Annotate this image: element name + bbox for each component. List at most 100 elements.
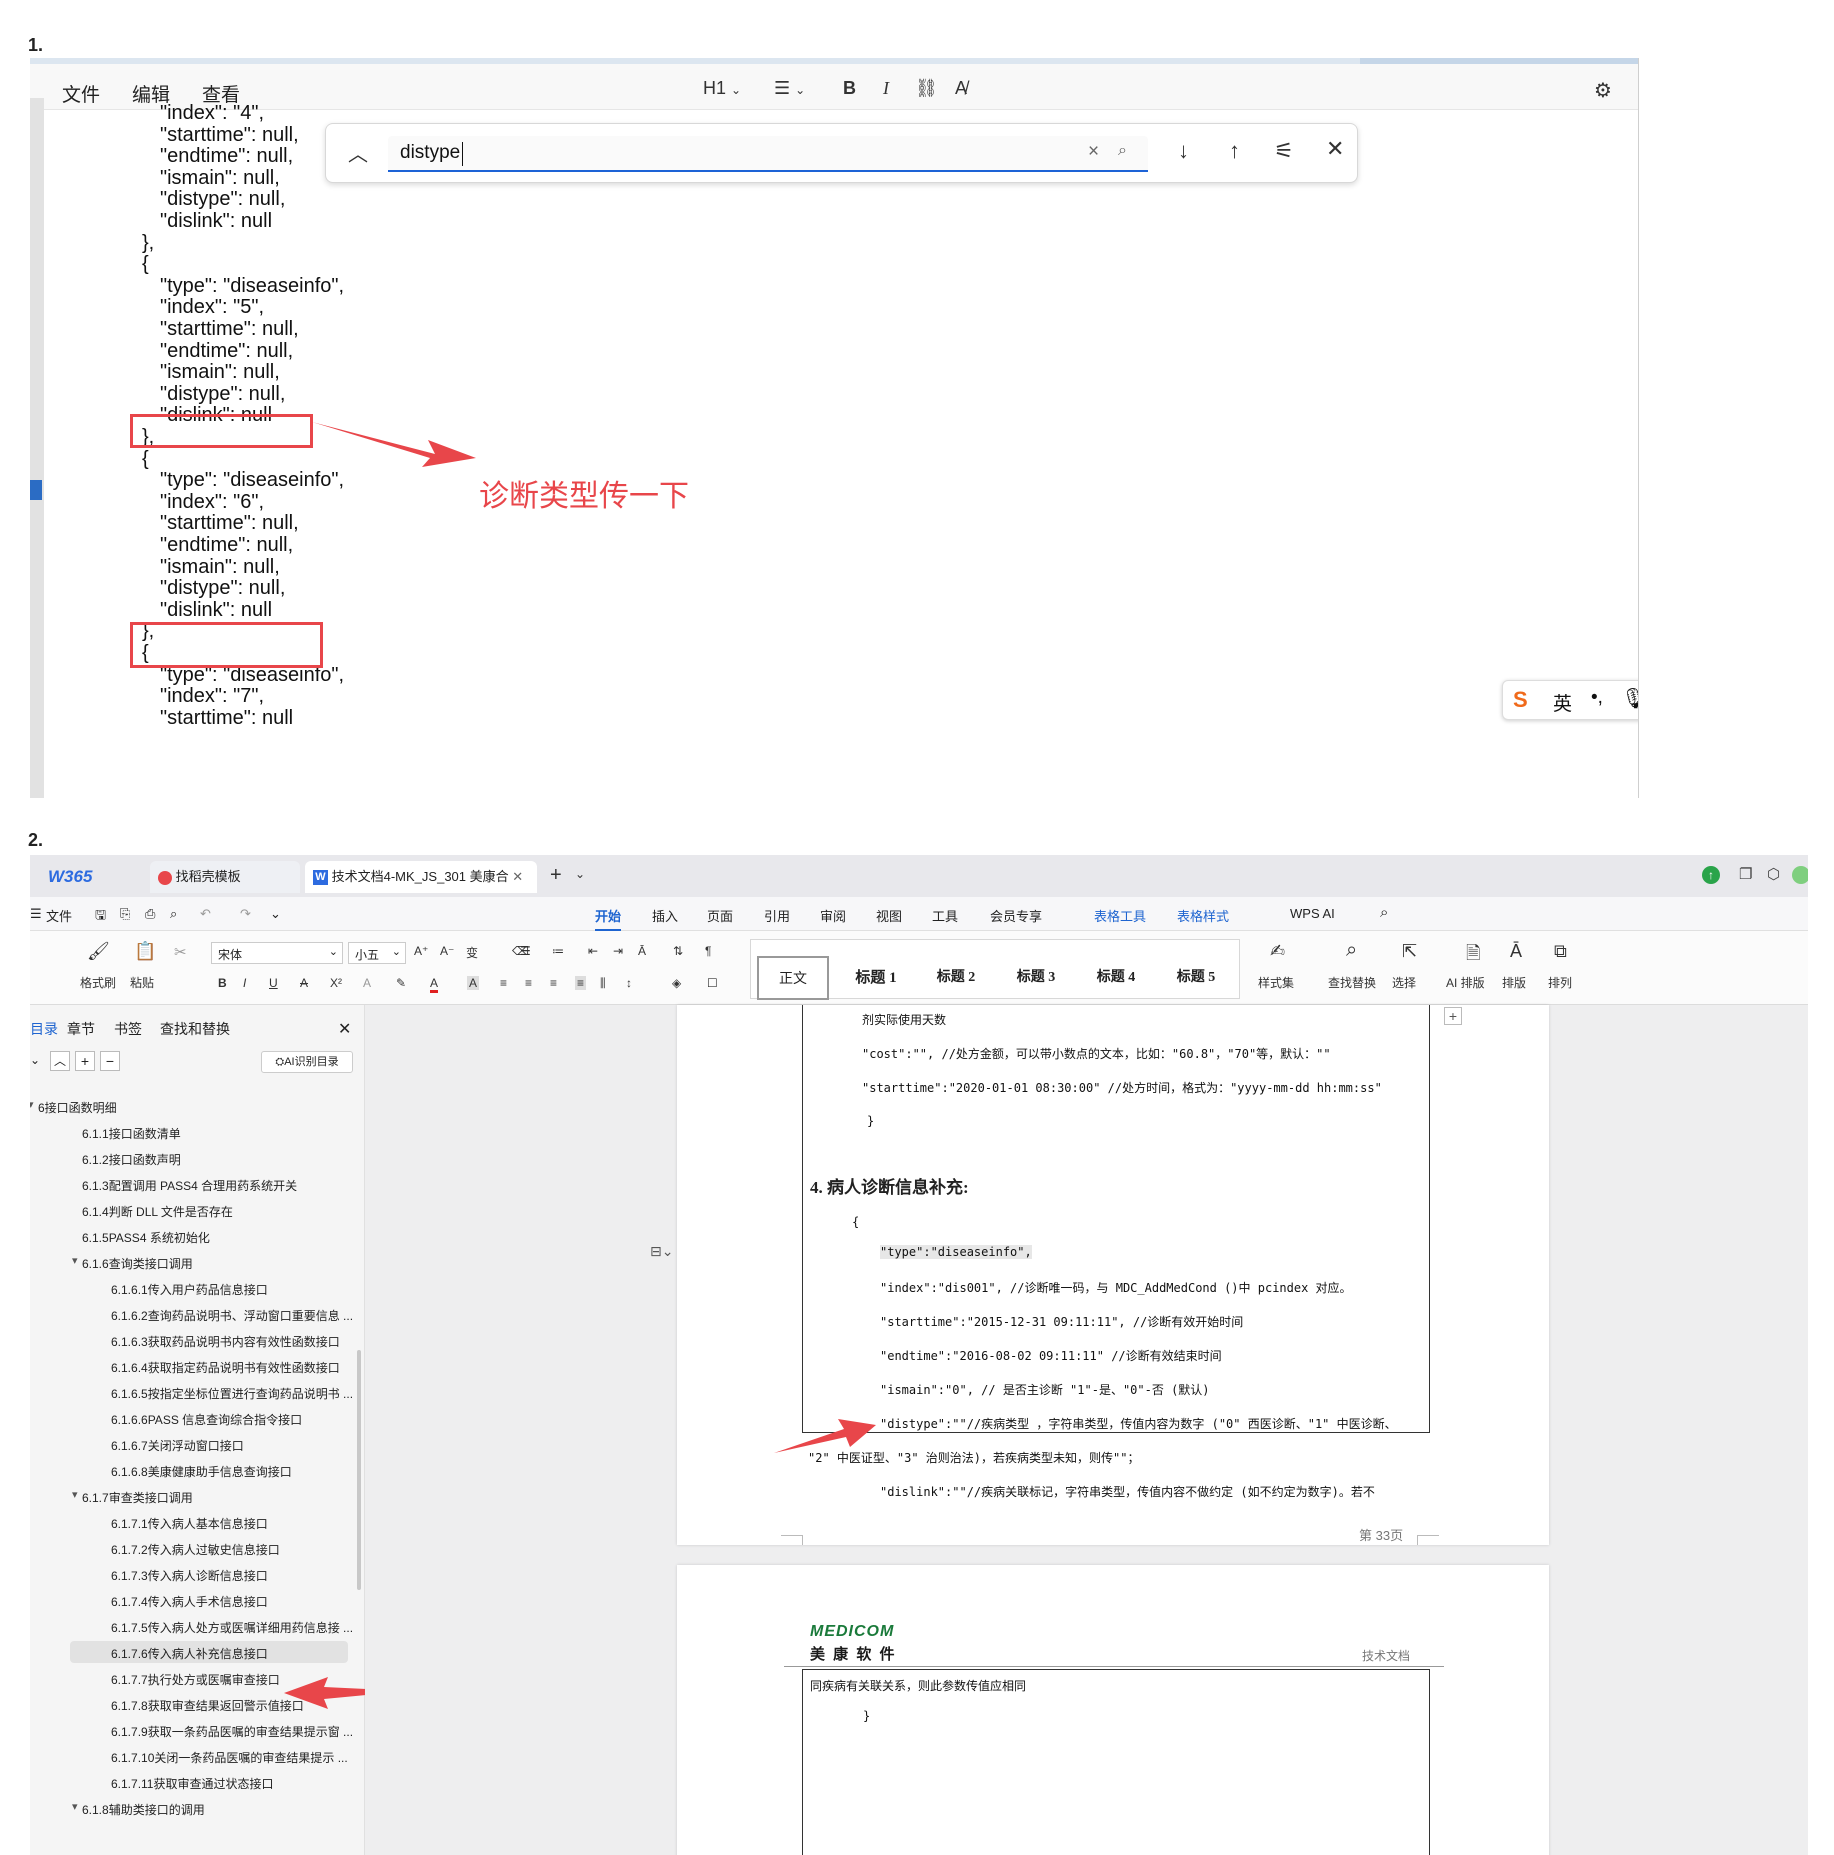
caret-down-icon[interactable]: ▾	[30, 1098, 34, 1111]
tab-table-style[interactable]: 表格样式	[1177, 906, 1229, 925]
link-icon[interactable]: ⛓	[915, 78, 938, 99]
highlight-icon[interactable]: ✎	[396, 976, 406, 990]
avatar[interactable]	[1792, 866, 1808, 884]
cube-icon[interactable]: ⬡	[1767, 865, 1780, 883]
chevron-up-icon[interactable]: ︿	[348, 138, 368, 167]
menu-file[interactable]: 文件	[62, 80, 100, 107]
print-preview-icon[interactable]: ⌕	[170, 906, 177, 922]
arrow-down-icon[interactable]: ↓	[1178, 138, 1189, 164]
tab-tools[interactable]: 工具	[932, 906, 958, 925]
nav-scrollbar[interactable]	[357, 1350, 361, 1590]
nav-tab-bookmark[interactable]: 书签	[114, 1019, 142, 1039]
arrange-button[interactable]: 排列	[1548, 974, 1572, 991]
tab-template[interactable]: 找稻壳模板	[150, 861, 300, 893]
toc-item[interactable]: ▾ 6.1.6查询类接口调用	[30, 1251, 360, 1273]
toc-item[interactable]: 6.1.6.6PASS 信息查询综合指令接口	[30, 1407, 360, 1429]
text-direction-icon[interactable]: Ā	[638, 944, 646, 958]
toc-item[interactable]: 6.1.6.2查询药品说明书、浮动窗口重要信息 ...	[30, 1303, 360, 1325]
toc-item[interactable]: 6.1.5PASS4 系统初始化	[30, 1225, 360, 1247]
toc-item[interactable]: 6.1.7.10关闭一条药品医嘱的审查结果提示 ...	[30, 1745, 360, 1767]
table-handle-icon[interactable]: ⊟⌄	[650, 1243, 673, 1260]
toc-item[interactable]: 6.1.6.7关闭浮动窗口接口	[30, 1433, 360, 1455]
toc-item[interactable]: ▾ 6.1.8辅助类接口的调用	[30, 1797, 360, 1819]
find-input[interactable]: distype × ⌕	[388, 136, 1148, 172]
list-dropdown[interactable]: ☰ ⌄	[774, 78, 805, 99]
ai-toc-button[interactable]: ⛭AI识别目录	[261, 1051, 353, 1073]
find-replace-button[interactable]: 查找替换	[1328, 974, 1376, 991]
spellcheck-icon[interactable]: A̸	[955, 78, 967, 99]
tab-list-chevron-icon[interactable]: ⌄	[575, 867, 585, 881]
tab-close-icon[interactable]: ✕	[512, 869, 523, 884]
align-right-icon[interactable]: ≡	[550, 976, 557, 990]
paste-button[interactable]: 粘贴	[130, 974, 154, 991]
arrow-up-icon[interactable]: ↑	[1229, 138, 1240, 164]
window-restore-icon[interactable]: ❐	[1739, 865, 1752, 883]
nav-tab-toc[interactable]: 目录	[30, 1019, 58, 1039]
toc-item[interactable]: 6.1.7.3传入病人诊断信息接口	[30, 1563, 360, 1585]
tab-view[interactable]: 视图	[876, 906, 902, 925]
close-icon[interactable]: ✕	[1326, 136, 1344, 162]
line-spacing-icon[interactable]: ↕	[626, 976, 632, 990]
nav-tab-section[interactable]: 章节	[67, 1019, 95, 1039]
justify-icon[interactable]: ≡	[575, 976, 587, 990]
fill-color-icon[interactable]: ◈	[672, 976, 681, 990]
char-shading-icon[interactable]: A	[467, 976, 480, 990]
toc-item[interactable]: ▾ 6接口函数明细	[30, 1095, 360, 1117]
toc-item[interactable]: ▾ 6.1.7审查类接口调用	[30, 1485, 360, 1507]
tab-wps-ai[interactable]: WPS AI	[1290, 906, 1335, 921]
filter-options-icon[interactable]: ⚟	[1274, 138, 1294, 164]
shrink-font-icon[interactable]: A⁻	[440, 944, 454, 958]
clear-icon[interactable]: ×	[1088, 141, 1099, 163]
phonetic-icon[interactable]: 变	[466, 944, 478, 961]
close-icon[interactable]: ✕	[338, 1019, 351, 1039]
export-icon[interactable]: ⎘	[120, 906, 130, 922]
tab-review[interactable]: 审阅	[820, 906, 846, 925]
cut-icon[interactable]: ✂	[174, 943, 187, 961]
toc-item[interactable]: 6.1.6.4获取指定药品说明书有效性函数接口	[30, 1355, 360, 1377]
style-normal[interactable]: 正文	[757, 956, 829, 1000]
layout-button[interactable]: 排版	[1502, 974, 1526, 991]
print-icon[interactable]: ⎙	[145, 906, 155, 922]
undo-icon[interactable]: ↶	[200, 906, 211, 922]
toc-item[interactable]: 6.1.6.3获取药品说明书内容有效性函数接口	[30, 1329, 360, 1351]
tab-table-tools[interactable]: 表格工具	[1094, 906, 1146, 925]
tab-page[interactable]: 页面	[707, 906, 733, 925]
settings-gear-icon[interactable]: ⚙	[1594, 78, 1612, 103]
italic-icon[interactable]: I	[243, 976, 246, 990]
style-set-button[interactable]: 样式集	[1258, 974, 1294, 991]
caret-down-icon[interactable]: ▾	[72, 1254, 78, 1267]
search-icon[interactable]: ⌕	[1118, 142, 1127, 160]
toc-item[interactable]: 6.1.7.1传入病人基本信息接口	[30, 1511, 360, 1533]
style-heading-2[interactable]: 标题 2	[921, 956, 991, 1000]
heading-dropdown[interactable]: H1 ⌄	[703, 78, 741, 99]
style-heading-3[interactable]: 标题 3	[1001, 956, 1071, 1000]
underline-icon[interactable]: U	[269, 976, 278, 990]
font-size-select[interactable]: 小五 ⌄	[348, 942, 406, 964]
remove-heading-button[interactable]: −	[100, 1051, 120, 1071]
caret-down-icon[interactable]: ▾	[72, 1488, 78, 1501]
sort-icon[interactable]: ⇅	[673, 944, 683, 958]
tab-insert[interactable]: 插入	[652, 906, 678, 925]
toc-item[interactable]: 6.1.1接口函数清单	[30, 1121, 360, 1143]
font-name-select[interactable]: 宋体 ⌄	[211, 942, 343, 964]
style-heading-1[interactable]: 标题 1	[841, 956, 911, 1000]
hamburger-icon[interactable]: ☰	[30, 906, 42, 922]
microphone-icon[interactable]: 🎙	[1621, 686, 1638, 711]
bold-icon[interactable]: B	[218, 976, 227, 990]
grow-font-icon[interactable]: A⁺	[414, 944, 428, 958]
toc-item[interactable]: 6.1.7.2传入病人过敏史信息接口	[30, 1537, 360, 1559]
tab-member[interactable]: 会员专享	[990, 906, 1042, 925]
toc-item[interactable]: 6.1.3配置调用 PASS4 合理用药系统开关	[30, 1173, 360, 1195]
tab-w365[interactable]: W365	[40, 861, 145, 893]
numbered-list-icon[interactable]: ≔	[552, 944, 564, 958]
toc-item[interactable]: 6.1.7.9获取一条药品医嘱的审查结果提示窗 ...	[30, 1719, 360, 1741]
strikethrough-icon[interactable]: A	[300, 976, 308, 990]
caret-down-icon[interactable]: ▾	[72, 1800, 78, 1813]
superscript-icon[interactable]: X²	[330, 976, 342, 990]
format-painter-button[interactable]: 格式刷	[80, 974, 116, 991]
ime-lang-toggle[interactable]: 英	[1553, 689, 1572, 716]
text-effect-icon[interactable]: A	[363, 976, 371, 990]
italic-button[interactable]: I	[883, 78, 889, 99]
show-marks-icon[interactable]: ¶	[705, 944, 711, 958]
save-icon[interactable]: 🖫	[95, 906, 106, 928]
